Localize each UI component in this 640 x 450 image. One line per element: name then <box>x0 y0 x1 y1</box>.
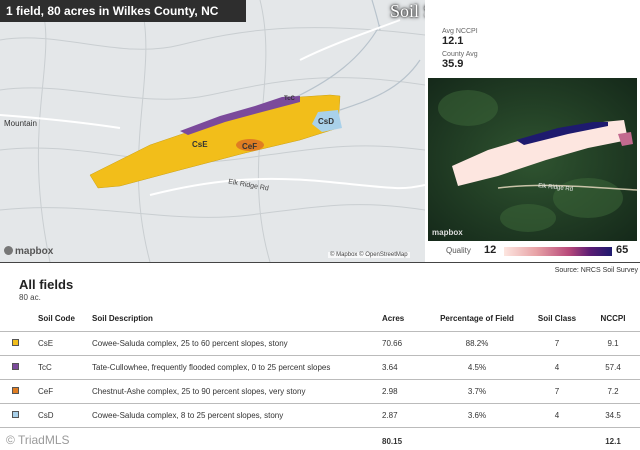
soil-code: CeF <box>38 379 92 404</box>
field-label-csd: CsD <box>318 117 335 126</box>
soil-acres: 70.66 <box>382 331 426 356</box>
map-area: 1 field, 80 acres in Wilkes County, NC M… <box>0 0 640 262</box>
swatch-header <box>0 307 38 332</box>
place-label: Mountain <box>4 119 37 128</box>
table-row: CsE Cowee-Saluda complex, 25 to 60 perce… <box>0 331 640 356</box>
soil-description: Tate-Cullowhee, frequently flooded compl… <box>92 355 382 380</box>
soil-acres: 2.87 <box>382 403 426 428</box>
soil-class: 4 <box>528 355 586 380</box>
all-fields-acres: 80 ac. <box>19 293 41 302</box>
mapbox-icon <box>4 246 13 255</box>
col-soil-class: Soil Class <box>528 307 586 332</box>
page-title: 1 field, 80 acres in Wilkes County, NC <box>0 0 246 22</box>
mapbox-logo-text: mapbox <box>15 246 54 257</box>
soil-table-section: Source: NRCS Soil Survey All fields 80 a… <box>0 262 640 450</box>
all-fields-heading: All fields <box>19 277 74 292</box>
triadmls-watermark: © TriadMLS <box>6 433 70 447</box>
data-source: Source: NRCS Soil Survey <box>554 267 638 274</box>
soil-nccpi: 9.1 <box>586 331 640 356</box>
soil-code: CsD <box>38 403 92 428</box>
map-attribution[interactable]: © Mapbox © OpenStreetMap <box>328 252 410 258</box>
soil-color-swatch <box>12 410 19 418</box>
soil-percentage: 4.5% <box>426 355 528 380</box>
nccpi-stats: Avg NCCPI 12.1 County Avg 35.9 <box>425 24 640 76</box>
col-percentage: Percentage of Field <box>426 307 528 332</box>
satellite-map[interactable]: Elk Ridge Rd mapbox <box>428 78 637 241</box>
soil-acres: 2.98 <box>382 379 426 404</box>
quality-max: 65 <box>616 244 629 256</box>
sat-mapbox-logo[interactable]: mapbox <box>432 228 463 237</box>
quality-min: 12 <box>484 244 497 256</box>
soil-percentage: 3.7% <box>426 379 528 404</box>
soil-class: 4 <box>528 403 586 428</box>
soil-nccpi: 34.5 <box>586 403 640 428</box>
soil-class: 7 <box>528 331 586 356</box>
soil-map-canvas <box>0 0 425 262</box>
field-label-cef: CeF <box>242 142 258 151</box>
table-row: CsD Cowee-Saluda complex, 8 to 25 percen… <box>0 403 640 428</box>
quality-legend: Quality 12 65 <box>428 242 637 262</box>
soil-code: TcC <box>38 355 92 380</box>
field-cse <box>89 94 341 189</box>
table-row: CeF Chestnut-Ashe complex, 25 to 90 perc… <box>0 379 640 404</box>
county-avg-label: County Avg <box>442 51 478 58</box>
roads <box>0 19 425 196</box>
soil-description: Chestnut-Ashe complex, 25 to 90 percent … <box>92 379 382 404</box>
soil-color-swatch <box>12 386 19 394</box>
quality-gradient-bar <box>504 247 612 256</box>
table-total-row: 80.15 12.1 <box>0 427 640 450</box>
table-header-row: Soil Code Soil Description Acres Percent… <box>0 307 640 332</box>
col-acres: Acres <box>382 307 426 332</box>
mapbox-logo[interactable]: mapbox <box>4 246 53 257</box>
soil-color-swatch <box>12 362 19 370</box>
soil-acres: 3.64 <box>382 355 426 380</box>
avg-nccpi-value: 12.1 <box>442 35 464 47</box>
soil-description: Cowee-Saluda complex, 25 to 60 percent s… <box>92 331 382 356</box>
total-nccpi: 12.1 <box>605 436 621 446</box>
total-acres: 80.15 <box>382 436 403 446</box>
soil-nccpi: 7.2 <box>586 379 640 404</box>
soil-color-swatch <box>12 338 19 346</box>
field-label-tcc: TcC <box>284 96 295 102</box>
soil-table: Soil Code Soil Description Acres Percent… <box>0 307 640 450</box>
soil-map[interactable]: 1 field, 80 acres in Wilkes County, NC M… <box>0 0 425 262</box>
right-panel: Avg NCCPI 12.1 County Avg 35.9 Elk Ridge… <box>425 0 640 262</box>
soil-percentage: 88.2% <box>426 331 528 356</box>
satellite-canvas <box>428 78 637 241</box>
field-label-cse: CsE <box>192 140 208 149</box>
avg-nccpi-label: Avg NCCPI <box>442 28 478 35</box>
soil-nccpi: 57.4 <box>586 355 640 380</box>
soil-description: Cowee-Saluda complex, 8 to 25 percent sl… <box>92 403 382 428</box>
soil-percentage: 3.6% <box>426 403 528 428</box>
county-avg-value: 35.9 <box>442 58 464 70</box>
table-row: TcC Tate-Cullowhee, frequently flooded c… <box>0 355 640 380</box>
col-nccpi: NCCPI <box>586 307 640 332</box>
soil-class: 7 <box>528 379 586 404</box>
soil-code: CsE <box>38 331 92 356</box>
col-soil-code: Soil Code <box>38 307 92 332</box>
col-soil-description: Soil Description <box>92 307 382 332</box>
quality-label: Quality <box>446 246 471 255</box>
